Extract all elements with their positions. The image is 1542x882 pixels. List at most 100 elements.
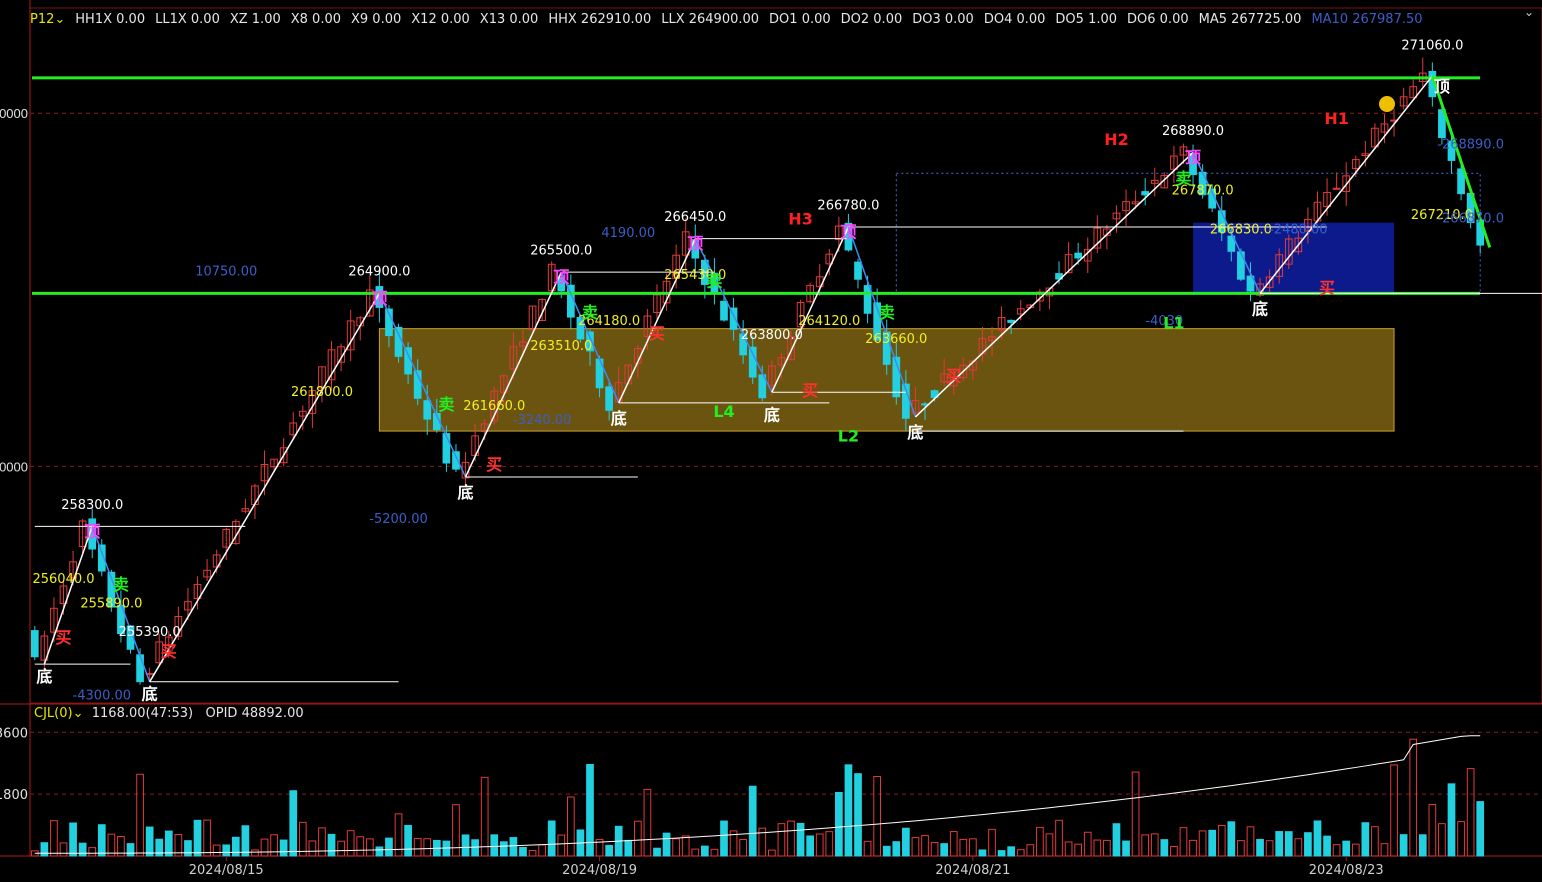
price-label: 263800.0 [741,328,803,343]
volume-bar [136,773,144,857]
volume-bar [1390,764,1398,857]
smiley-icon [1379,96,1395,112]
volume-bar [1198,830,1207,857]
volume-bar [375,846,384,857]
volume-bar [1045,833,1054,857]
candle-body [854,261,862,280]
kline-chart[interactable]: 270000 260000 3600 1800 264900.0 265500.0 2664… [0,0,1542,882]
volume-bar [509,837,518,857]
volume-bar [270,834,278,857]
price-label: 264120.0 [798,314,860,329]
signal-glyph: 卖 [113,575,129,594]
volume-bar [1179,827,1188,857]
volume-bar [260,838,269,857]
volume-bar [863,840,872,857]
volume-bar [748,785,757,857]
price-label: 266780.0 [817,198,879,213]
signal-glyph: 卖 [1175,169,1191,188]
volume-bar [1093,839,1102,857]
volume-bar [1399,834,1408,857]
volume-bar [1457,821,1465,857]
candle-body [748,346,757,378]
volume-bar [78,842,87,857]
delta-label: -4300.00 [73,688,131,703]
volume-bar [1170,845,1178,857]
volume-bar [1083,831,1092,857]
signal-label-l4: L4 [713,402,734,421]
price-label: 264900.0 [348,265,410,280]
volume-bar [164,830,173,857]
volume-bar [911,837,920,857]
signal-glyph: 买 [802,381,818,400]
volume-bar [1217,825,1226,857]
price-axis-label: 270000 [0,106,28,121]
signal-glyph: 顶 [1434,77,1450,96]
volume-bar [921,835,929,857]
volume-bar [519,846,527,857]
volume-bar [337,840,345,857]
signal-glyph: 顶 [687,234,703,253]
volume-bar [873,775,882,857]
volume-bar [1160,839,1169,857]
volume-bar [1409,738,1418,857]
volume-bar [1313,820,1322,857]
volume-bar [1131,771,1140,857]
price-label: 258300.0 [61,498,123,513]
volume-bar [538,844,546,857]
volume-bar [528,850,537,857]
volume-bar [356,836,365,857]
volume-bar [978,849,987,857]
signal-glyph: 底 [36,667,52,686]
volume-bar [1141,834,1150,857]
volume-bar [193,819,202,857]
volume-bar [69,822,77,857]
volume-bar [892,841,901,857]
volume-bar [241,825,250,857]
delta-label: 4190.00 [601,226,655,241]
candle-body [1332,187,1341,190]
volume-bar [1371,826,1379,857]
volume-bar [1074,843,1083,857]
volume-bar [1055,819,1063,857]
signal-glyph: 顶 [371,289,387,308]
volume-bar [557,834,566,857]
candle-body [136,654,144,683]
volume-bar [882,845,891,857]
volume-bar [768,849,776,857]
volume-bar [1447,783,1456,857]
candle-body [423,400,432,420]
signal-glyph: 买 [1319,278,1335,297]
delta-label: 10750.00 [195,265,257,280]
price-label: 271060.0 [1401,39,1463,54]
volume-bar [701,845,709,857]
date-label: 2024/08/23 [1309,863,1384,878]
volume-bar [289,790,298,857]
volume-bar [844,764,853,857]
volume-bar [643,788,652,857]
volume-bar [222,844,231,857]
volume-bar [796,822,805,857]
volume-bar [461,834,470,857]
volume-bar [346,830,355,857]
volume-bar [672,838,680,857]
volume-bar [499,841,508,857]
volume-bar [547,820,556,857]
delta-label: -5200.00 [369,512,427,527]
volume-bar [653,847,661,857]
volume-bar [815,833,824,857]
volume-bar [1208,829,1217,857]
volume-bar [1150,833,1159,857]
candle-body [1141,191,1150,196]
zigzag-segment [149,292,381,683]
volume-bar [1016,849,1025,857]
volume-bar [1438,823,1446,857]
volume-bar [825,831,834,857]
volume-bar [1351,843,1360,857]
candle-body [442,433,451,464]
volume-bar [1112,823,1121,857]
price-label: 268890.0 [1162,124,1224,139]
volume-bar [88,847,97,857]
price-label: 263510.0 [530,339,592,354]
volume-bar [1064,841,1073,857]
volume-bar [385,837,393,857]
